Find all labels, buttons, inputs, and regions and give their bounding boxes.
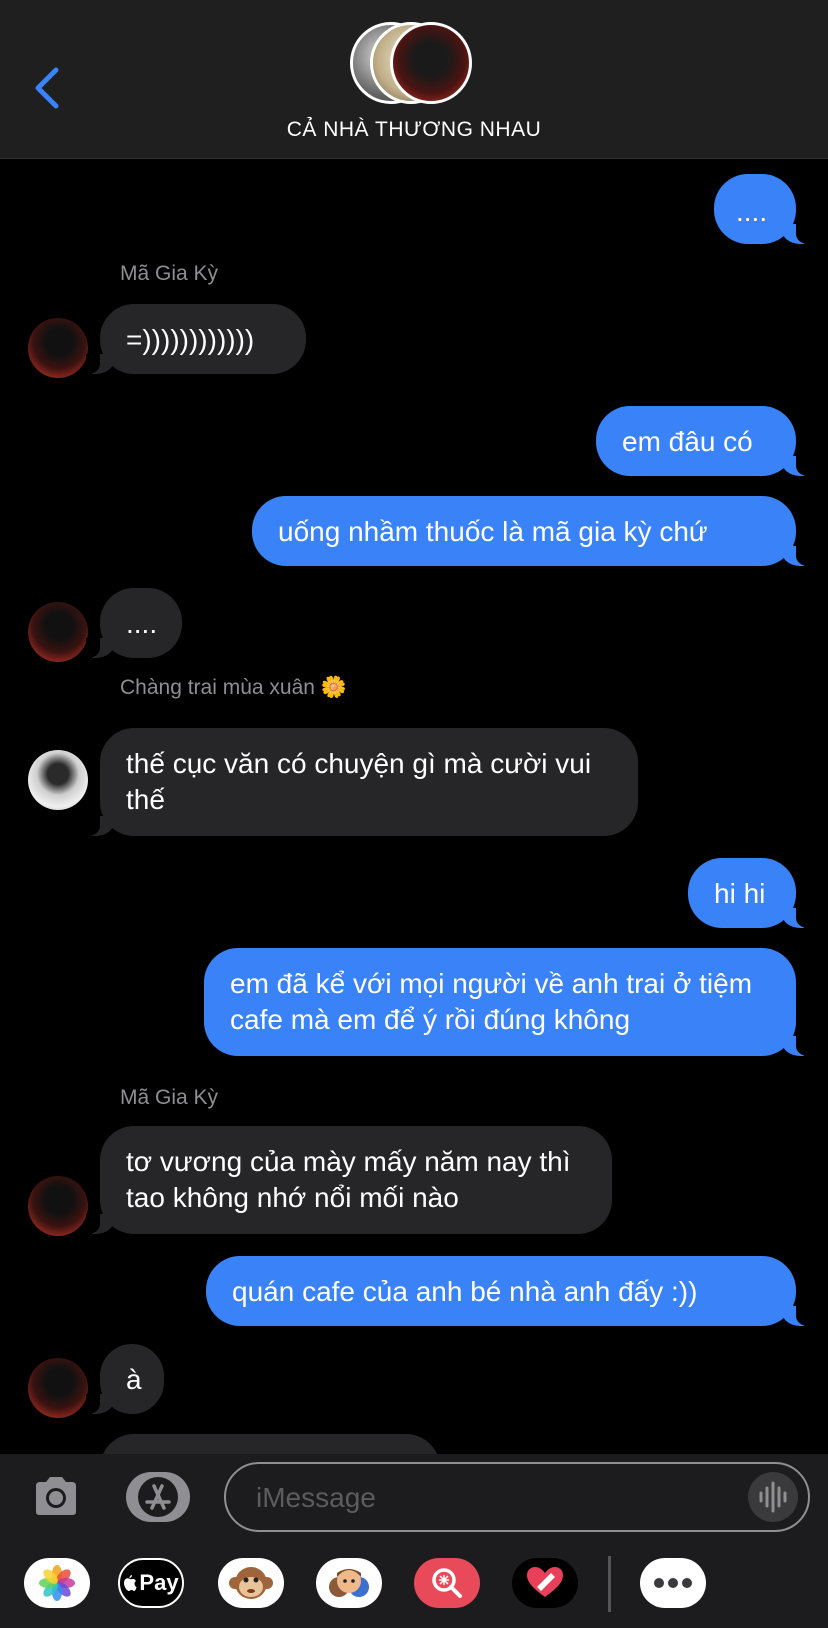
camera-icon[interactable]	[32, 1474, 80, 1518]
message-bubble-sent[interactable]: quán cafe của anh bé nhà anh đấy :))	[206, 1256, 810, 1326]
audio-waveform-icon[interactable]	[748, 1472, 798, 1522]
sender-name: Chàng trai mùa xuân 🌼	[120, 676, 347, 699]
animoji-monkey-icon[interactable]	[218, 1558, 284, 1608]
message-bubble-sent[interactable]: uống nhầm thuốc là mã gia kỳ chứ	[252, 496, 810, 566]
avatar[interactable]	[28, 750, 88, 810]
avatar[interactable]	[28, 1358, 88, 1418]
compose-bar: iMessage	[0, 1454, 828, 1538]
apple-pay-label: Pay	[139, 1570, 179, 1595]
imessage-app-tray: Pay	[0, 1538, 828, 1628]
message-bubble-sent[interactable]: em đã kể với mọi người về anh trai ở tiệ…	[204, 948, 810, 1056]
message-bubble-sent[interactable]: hi hi	[688, 858, 810, 928]
more-icon[interactable]	[640, 1558, 706, 1608]
group-avatar-stack[interactable]	[350, 22, 480, 108]
avatar[interactable]	[28, 318, 88, 378]
avatar[interactable]	[28, 602, 88, 662]
message-bubble-received[interactable]: ....	[86, 588, 182, 658]
message-list[interactable]: .... Mã Gia Kỳ =)))))))))))) em đâu có u…	[0, 158, 828, 1454]
back-chevron-icon[interactable]	[32, 66, 62, 110]
message-bubble-received[interactable]: tơ vương của mày mấy năm nay thì tao khô…	[86, 1126, 612, 1234]
message-bubble-received[interactable]: thế cục văn có chuyện gì mà cười vui thế	[86, 728, 638, 836]
memoji-icon[interactable]	[316, 1558, 382, 1608]
message-bubble-sent[interactable]: em đâu có	[596, 406, 810, 476]
conversation-header: CẢ NHÀ THƯƠNG NHAU	[0, 0, 828, 159]
message-bubble-received[interactable]: =))))))))))))	[86, 304, 306, 374]
sender-name: Mã Gia Kỳ	[120, 1086, 219, 1109]
app-store-icon[interactable]	[126, 1472, 190, 1522]
image-search-icon[interactable]	[414, 1558, 480, 1608]
message-bubble-received[interactable]	[100, 1434, 440, 1454]
digital-touch-icon[interactable]	[512, 1558, 578, 1608]
tray-divider	[608, 1556, 611, 1612]
avatar[interactable]	[28, 1176, 88, 1236]
avatar	[390, 22, 472, 104]
photos-icon[interactable]	[24, 1558, 90, 1608]
apple-pay-icon[interactable]: Pay	[118, 1558, 184, 1608]
conversation-title[interactable]: CẢ NHÀ THƯƠNG NHAU	[0, 118, 828, 142]
message-input[interactable]: iMessage	[224, 1462, 810, 1532]
sender-name: Mã Gia Kỳ	[120, 262, 219, 285]
message-bubble-received[interactable]: à	[86, 1344, 164, 1414]
message-input-placeholder: iMessage	[256, 1482, 376, 1513]
message-bubble-sent[interactable]: ....	[714, 174, 810, 244]
